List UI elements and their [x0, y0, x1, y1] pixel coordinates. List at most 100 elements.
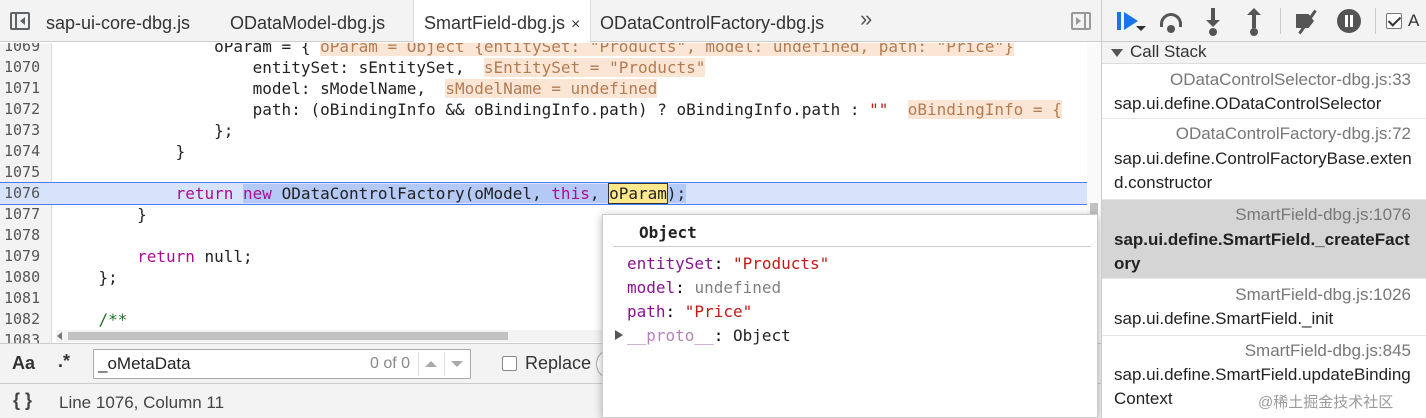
tab-odatamodel[interactable]: ODataModel-dbg.js — [220, 0, 395, 42]
line-number: 1077 — [4, 205, 41, 223]
line-number: 1071 — [4, 79, 41, 97]
line-number: 1074 — [4, 142, 41, 160]
frame-location: ODataControlSelector-dbg.js:33 — [1170, 70, 1411, 89]
code-text: entitySet: sEntitySet, — [60, 58, 465, 77]
resume-icon[interactable] — [1116, 8, 1146, 34]
code-keyword: return — [137, 247, 195, 266]
property-value: undefined — [694, 278, 782, 297]
tab-label: ODataControlFactory-dbg.js — [600, 13, 825, 33]
step-over-icon[interactable] — [1158, 8, 1184, 34]
call-stack-header[interactable]: Call Stack — [1102, 42, 1426, 64]
more-tabs-icon[interactable]: » — [860, 6, 872, 32]
frame-location: ODataControlFactory-dbg.js:72 — [1175, 124, 1411, 143]
code-text: } — [60, 205, 147, 224]
inline-value: sEntitySet = "Products" — [483, 58, 706, 77]
scroll-left-icon[interactable] — [57, 332, 62, 340]
code-line: 1074 } — [0, 141, 1101, 162]
code-text: model: sModelName, — [60, 79, 427, 98]
code-text: }; — [60, 268, 118, 287]
debugger-sidebar: A Call Stack ODataControlSelector-dbg.js… — [1101, 0, 1426, 418]
step-out-icon[interactable] — [1241, 8, 1267, 36]
frame-location: SmartField-dbg.js:1076 — [1235, 205, 1411, 224]
regex-button[interactable]: .* — [58, 351, 70, 372]
code-text: null; — [194, 247, 253, 266]
code-line: 1070 entitySet: sEntitySet, sEntitySet =… — [0, 57, 1101, 78]
call-stack-title: Call Stack — [1130, 42, 1207, 61]
toolbar-divider — [1280, 8, 1281, 34]
tab-label: SmartField-dbg.js — [424, 13, 566, 33]
call-frame[interactable]: ODataControlFactory-dbg.js:72 sap.ui.def… — [1102, 119, 1426, 200]
deactivate-breakpoints-icon[interactable] — [1294, 8, 1320, 35]
tab-odatacontrolfactory[interactable]: ODataControlFactory-dbg.js — [590, 0, 834, 42]
frame-function: sap.ui.define.ControlFactoryBase.extend.… — [1114, 149, 1412, 192]
chevron-down-icon[interactable] — [444, 352, 468, 376]
chevron-up-icon[interactable] — [418, 352, 442, 376]
close-icon[interactable]: × — [571, 16, 580, 33]
property-row: model: undefined — [627, 278, 782, 297]
frame-function: sap.ui.define.ODataControlSelector — [1114, 94, 1382, 113]
async-label: A — [1408, 11, 1420, 30]
toggle-navigator-icon[interactable] — [10, 12, 30, 30]
line-number: 1081 — [4, 289, 41, 307]
popover-title: Object — [639, 223, 697, 242]
cursor-position: Line 1076, Column 11 — [59, 393, 225, 412]
line-number: 1069 — [4, 43, 41, 55]
code-line: 1075 — [0, 162, 1101, 183]
call-frame[interactable]: ODataControlSelector-dbg.js:33 sap.ui.de… — [1102, 65, 1426, 119]
property-value: Object — [732, 326, 791, 345]
tab-label: ODataModel-dbg.js — [230, 13, 386, 33]
code-keyword: this — [551, 184, 590, 203]
line-number: 1073 — [4, 121, 41, 139]
search-input[interactable] — [98, 353, 358, 375]
code-text: , — [589, 184, 610, 203]
replace-checkbox[interactable] — [502, 356, 517, 371]
async-checkbox[interactable] — [1386, 13, 1402, 29]
expand-triangle-icon[interactable] — [615, 330, 623, 340]
line-number: 1076 — [4, 184, 41, 202]
scrollbar-thumb[interactable] — [68, 332, 508, 340]
inline-value: oParam = Object {entitySet: "Products", … — [320, 43, 1014, 56]
hovered-variable[interactable]: oParam — [608, 183, 668, 204]
property-row: path: "Price" — [627, 302, 753, 321]
frame-function: sap.ui.define.SmartField._init — [1114, 309, 1334, 328]
toolbar-divider — [1375, 8, 1376, 34]
code-text: }; — [60, 121, 234, 140]
code-text: ); — [666, 184, 687, 203]
tab-sap-ui-core[interactable]: sap-ui-core-dbg.js — [36, 0, 200, 42]
line-number: 1082 — [4, 310, 41, 328]
proto-row[interactable]: __proto__: Object — [627, 325, 791, 347]
line-number: 1075 — [4, 163, 41, 181]
tab-smartfield[interactable]: SmartField-dbg.js × — [413, 0, 592, 43]
match-case-button[interactable]: Aa — [12, 353, 35, 374]
line-number: 1072 — [4, 100, 41, 118]
line-number: 1070 — [4, 58, 41, 76]
call-frame-selected[interactable]: SmartField-dbg.js:1076 sap.ui.define.Sma… — [1102, 200, 1426, 279]
code-keyword: new — [243, 184, 272, 203]
property-key: entitySet — [627, 254, 714, 273]
line-number: 1080 — [4, 268, 41, 286]
code-text: oParam = { — [60, 43, 311, 56]
line-number: 1083 — [4, 331, 41, 343]
collapse-triangle-icon[interactable] — [1111, 49, 1123, 57]
frame-function: sap.ui.define.SmartField._createFactory — [1114, 230, 1410, 273]
editor-tab-bar: sap-ui-core-dbg.js ODataModel-dbg.js Sma… — [0, 0, 1101, 43]
code-keyword: return — [175, 184, 234, 203]
property-value: "Products" — [732, 254, 830, 273]
pause-on-exceptions-icon[interactable] — [1336, 8, 1362, 34]
step-into-icon[interactable] — [1200, 8, 1226, 36]
property-key: __proto__ — [627, 326, 714, 345]
debugger-toolbar: A — [1102, 0, 1426, 42]
replace-label: Replace — [525, 353, 592, 373]
tab-label: sap-ui-core-dbg.js — [46, 13, 191, 33]
pretty-print-button[interactable]: { } — [13, 390, 32, 411]
code-string: "" — [869, 100, 889, 119]
toggle-debugger-icon[interactable] — [1071, 12, 1091, 30]
code-line: 1072 path: (oBindingInfo && oBindingInfo… — [0, 99, 1101, 120]
property-key: model — [627, 278, 676, 297]
frame-location: SmartField-dbg.js:845 — [1244, 341, 1411, 360]
watermark: @稀土掘金技术社区 — [1258, 394, 1394, 411]
search-result-count: 0 of 0 — [370, 355, 411, 372]
call-frame[interactable]: SmartField-dbg.js:1026 sap.ui.define.Sma… — [1102, 279, 1426, 336]
line-number: 1079 — [4, 247, 41, 265]
code-line: 1071 model: sModelName, sModelName = und… — [0, 78, 1101, 99]
